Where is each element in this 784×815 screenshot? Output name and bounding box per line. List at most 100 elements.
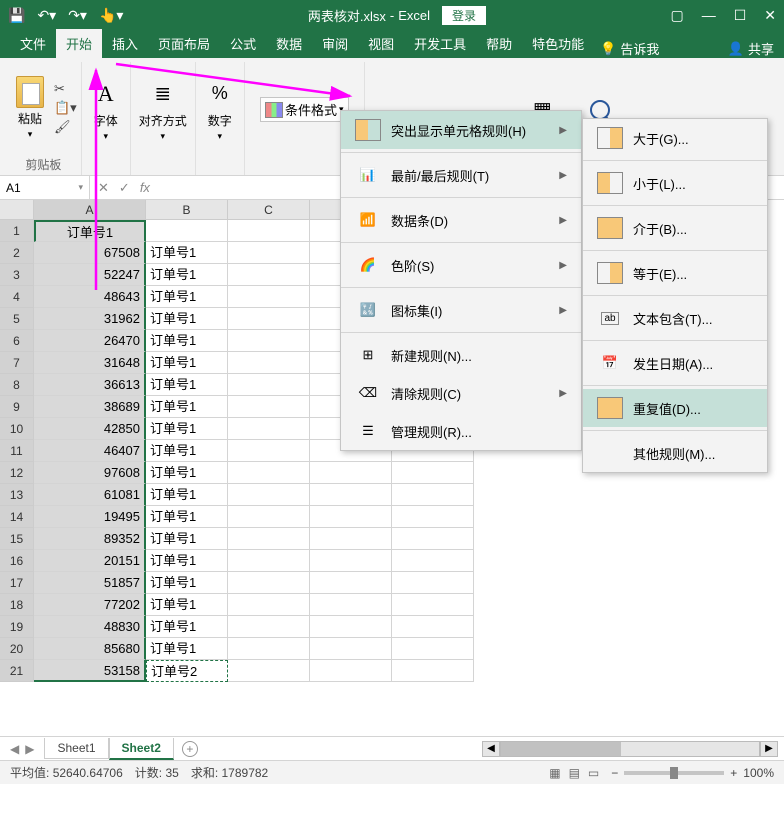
cell[interactable]: 订单号1 [146, 484, 228, 506]
cell[interactable]: 19495 [34, 506, 146, 528]
cell[interactable] [310, 594, 392, 616]
cell[interactable]: 订单号1 [146, 418, 228, 440]
row-header[interactable]: 17 [0, 572, 34, 594]
row-header[interactable]: 12 [0, 462, 34, 484]
submenu-other[interactable]: 其他规则(M)... [583, 434, 767, 472]
touch-icon[interactable]: 👆▾ [99, 7, 123, 24]
login-button[interactable]: 登录 [442, 6, 486, 25]
view-layout-icon[interactable]: ▤ [569, 766, 580, 780]
menu-databars[interactable]: 📶数据条(D)▶ [341, 201, 581, 239]
menu-highlight-rules[interactable]: 突出显示单元格规则(H)▶ [341, 111, 581, 149]
zoom-out-icon[interactable]: − [611, 766, 618, 780]
row-header[interactable]: 4 [0, 286, 34, 308]
cell[interactable] [228, 374, 310, 396]
menu-clear-rules[interactable]: ⌫清除规则(C)▶ [341, 374, 581, 412]
zoom-slider[interactable] [624, 771, 724, 775]
cell[interactable] [228, 506, 310, 528]
ribbon-options-icon[interactable]: ▢ [670, 7, 683, 24]
row-header[interactable]: 21 [0, 660, 34, 682]
confirm-formula-icon[interactable]: ✓ [119, 180, 130, 196]
cell[interactable]: 36613 [34, 374, 146, 396]
cell[interactable] [392, 638, 474, 660]
cell[interactable]: 订单号1 [146, 528, 228, 550]
submenu-equal[interactable]: 等于(E)... [583, 254, 767, 292]
cell[interactable] [228, 242, 310, 264]
tab-formula[interactable]: 公式 [220, 29, 266, 58]
zoom-in-icon[interactable]: + [730, 766, 737, 780]
view-normal-icon[interactable]: ▦ [549, 766, 560, 780]
cell[interactable] [228, 660, 310, 682]
cell[interactable]: 订单号1 [146, 396, 228, 418]
cell[interactable]: 订单号1 [146, 374, 228, 396]
tab-view[interactable]: 视图 [358, 29, 404, 58]
cell[interactable]: 订单号1 [146, 308, 228, 330]
cell[interactable]: 订单号1 [34, 220, 146, 242]
cell[interactable] [228, 638, 310, 660]
cell[interactable] [392, 572, 474, 594]
cell[interactable] [228, 572, 310, 594]
sheet-add-button[interactable]: + [182, 741, 198, 757]
align-button[interactable]: ≣对齐方式▾ [135, 76, 191, 144]
cell[interactable] [310, 660, 392, 682]
row-header[interactable]: 16 [0, 550, 34, 572]
cell[interactable]: 42850 [34, 418, 146, 440]
cut-icon[interactable]: ✂ [54, 81, 77, 97]
cell[interactable]: 20151 [34, 550, 146, 572]
cell[interactable] [228, 550, 310, 572]
tab-dev[interactable]: 开发工具 [404, 29, 476, 58]
cell[interactable] [392, 528, 474, 550]
tab-insert[interactable]: 插入 [102, 29, 148, 58]
cell[interactable]: 订单号1 [146, 352, 228, 374]
cell[interactable] [228, 396, 310, 418]
row-header[interactable]: 11 [0, 440, 34, 462]
cell[interactable]: 48643 [34, 286, 146, 308]
tell-me[interactable]: 💡告诉我 [600, 39, 659, 58]
cell[interactable]: 订单号1 [146, 286, 228, 308]
tab-data[interactable]: 数据 [266, 29, 312, 58]
cell[interactable] [310, 550, 392, 572]
cell[interactable] [310, 638, 392, 660]
number-button[interactable]: %数字▾ [200, 76, 240, 144]
sheet-nav[interactable]: ◀▶ [0, 742, 44, 756]
cancel-formula-icon[interactable]: ✕ [98, 180, 109, 196]
tab-special[interactable]: 特色功能 [522, 29, 594, 58]
row-header[interactable]: 7 [0, 352, 34, 374]
cell[interactable] [392, 462, 474, 484]
cell[interactable]: 订单号1 [146, 242, 228, 264]
copy-icon[interactable]: 📋▾ [54, 100, 77, 116]
fx-icon[interactable]: fx [140, 180, 150, 195]
row-header[interactable]: 5 [0, 308, 34, 330]
row-header[interactable]: 18 [0, 594, 34, 616]
row-header[interactable]: 19 [0, 616, 34, 638]
tab-home[interactable]: 开始 [56, 29, 102, 58]
cell[interactable] [228, 308, 310, 330]
col-header-C[interactable]: C [228, 200, 310, 220]
cell[interactable]: 61081 [34, 484, 146, 506]
tab-help[interactable]: 帮助 [476, 29, 522, 58]
cell[interactable]: 订单号1 [146, 638, 228, 660]
cell[interactable]: 订单号1 [146, 616, 228, 638]
submenu-less[interactable]: 小于(L)... [583, 164, 767, 202]
cell[interactable] [228, 484, 310, 506]
menu-new-rule[interactable]: ⊞新建规则(N)... [341, 336, 581, 374]
save-icon[interactable]: 💾 [8, 7, 25, 24]
undo-icon[interactable]: ↶▾ [37, 7, 56, 24]
cell[interactable]: 38689 [34, 396, 146, 418]
tab-file[interactable]: 文件 [10, 29, 56, 58]
cell[interactable] [228, 440, 310, 462]
cell[interactable]: 26470 [34, 330, 146, 352]
row-header[interactable]: 1 [0, 220, 34, 242]
cell[interactable] [310, 506, 392, 528]
cell[interactable] [310, 462, 392, 484]
share-button[interactable]: 👤共享 [728, 39, 774, 58]
tab-layout[interactable]: 页面布局 [148, 29, 220, 58]
cell[interactable]: 订单号1 [146, 330, 228, 352]
tab-review[interactable]: 审阅 [312, 29, 358, 58]
row-header[interactable]: 8 [0, 374, 34, 396]
cell[interactable] [392, 550, 474, 572]
font-button[interactable]: A字体▾ [86, 76, 126, 144]
cell[interactable]: 67508 [34, 242, 146, 264]
submenu-between[interactable]: 介于(B)... [583, 209, 767, 247]
cell[interactable]: 77202 [34, 594, 146, 616]
menu-colorscales[interactable]: 🌈色阶(S)▶ [341, 246, 581, 284]
